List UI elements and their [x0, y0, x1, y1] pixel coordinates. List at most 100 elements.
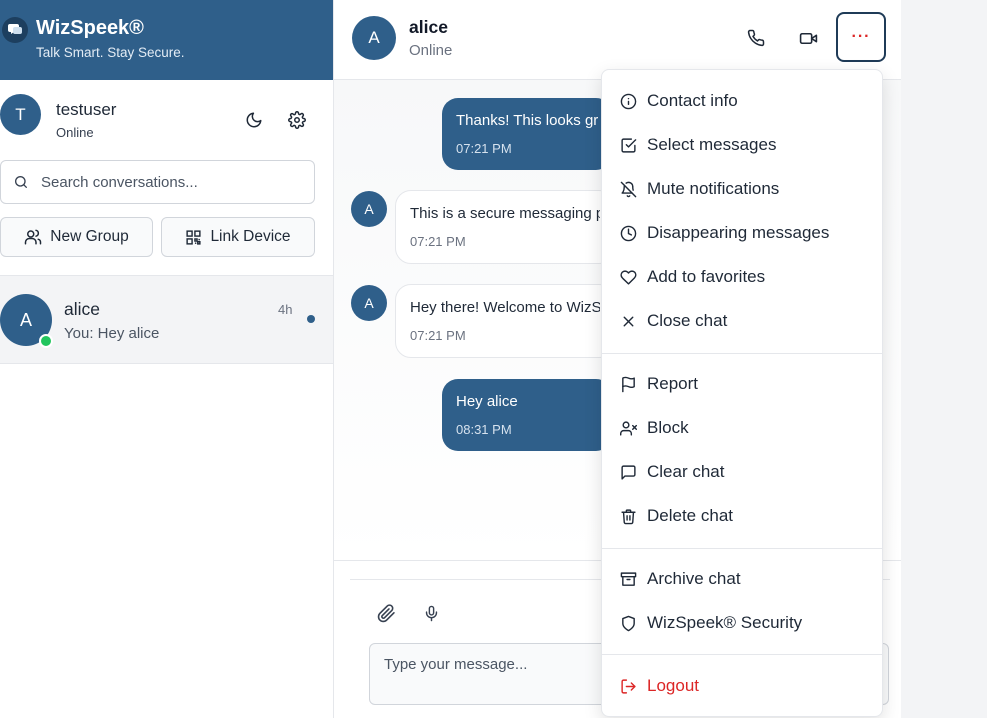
microphone-icon [425, 605, 437, 621]
menu-item-report[interactable]: Report [602, 364, 882, 404]
dark-mode-toggle[interactable] [240, 106, 268, 134]
current-user: T testuser Online [0, 94, 333, 146]
menu-item-mute-notifications[interactable]: Mute notifications [602, 169, 882, 209]
menu-item-label: Contact info [647, 91, 738, 110]
menu-item-label: Mute notifications [647, 179, 780, 198]
check-square-icon [621, 137, 637, 153]
message-bubble-outgoing[interactable]: Thanks! This looks great 07:21 PM [442, 98, 612, 170]
menu-divider [602, 548, 882, 549]
conversation-item[interactable]: A alice You: Hey alice 4h [0, 275, 333, 364]
voice-call-button[interactable] [742, 24, 770, 52]
menu-item-label: WizSpeek® Security [647, 613, 803, 632]
menu-item-block[interactable]: Block [602, 408, 882, 448]
menu-divider [602, 654, 882, 655]
brand-header: WizSpeek® Talk Smart. Stay Secure. [0, 0, 333, 80]
message-time: 08:31 PM [456, 422, 512, 437]
message-avatar: A [351, 191, 387, 227]
conversation-name: alice [64, 299, 100, 319]
info-icon [620, 93, 637, 109]
peer-status: Online [409, 42, 453, 59]
qr-code-icon [186, 229, 202, 245]
new-group-button[interactable]: New Group [0, 217, 153, 257]
sidebar: WizSpeek® Talk Smart. Stay Secure. T tes… [0, 0, 334, 718]
message-text: Thanks! This looks great [456, 112, 598, 129]
new-group-label: New Group [50, 228, 129, 245]
logout-icon [621, 678, 636, 694]
conversation-preview: You: Hey alice [64, 325, 160, 342]
users-icon [25, 229, 42, 245]
message-bubble-incoming[interactable]: This is a secure messaging platform 07:2… [395, 190, 615, 264]
bell-off-icon [620, 181, 637, 197]
background-panel [901, 0, 987, 718]
message-square-icon [621, 464, 636, 480]
message-time: 07:21 PM [410, 328, 466, 343]
message-text: Hey alice [456, 393, 518, 410]
menu-item-label: Block [647, 418, 689, 437]
menu-item-disappearing-messages[interactable]: Disappearing messages [602, 213, 882, 253]
voice-record-button[interactable] [419, 601, 443, 625]
clock-icon [620, 225, 637, 241]
menu-divider [602, 353, 882, 354]
paperclip-icon [377, 603, 395, 622]
search-icon [15, 176, 27, 188]
message-text: This is a secure messaging platform [410, 205, 600, 222]
message-time: 07:21 PM [456, 141, 512, 156]
chat-options-menu: Contact info Select messages Mute notifi… [601, 69, 883, 717]
link-device-button[interactable]: Link Device [161, 217, 315, 257]
unread-indicator [307, 315, 315, 323]
menu-item-label: Close chat [647, 311, 728, 330]
flag-icon [622, 376, 635, 392]
menu-item-archive-chat[interactable]: Archive chat [602, 559, 882, 599]
menu-item-label: Clear chat [647, 462, 725, 481]
menu-item-label: Add to favorites [647, 267, 766, 286]
message-bubble-outgoing[interactable]: Hey alice 08:31 PM [442, 379, 612, 451]
menu-item-label: Report [647, 374, 699, 393]
archive-icon [620, 571, 637, 586]
heart-icon [620, 269, 637, 285]
video-icon [799, 32, 817, 44]
more-horizontal-icon: ··· [851, 28, 871, 45]
search-box [0, 160, 315, 204]
chat-logo-icon [2, 17, 28, 43]
link-device-label: Link Device [210, 228, 291, 245]
menu-item-close-chat[interactable]: Close chat [602, 301, 882, 341]
close-icon [623, 316, 634, 326]
attach-button[interactable] [374, 601, 398, 625]
brand-name: WizSpeek® [36, 17, 144, 39]
shield-icon [622, 615, 635, 631]
current-user-name: testuser [56, 100, 117, 119]
menu-item-select-messages[interactable]: Select messages [602, 125, 882, 165]
search-input[interactable] [41, 173, 291, 191]
menu-item-add-to-favorites[interactable]: Add to favorites [602, 257, 882, 297]
menu-item-label: Disappearing messages [647, 223, 830, 242]
moon-icon [246, 112, 262, 128]
message-avatar: A [351, 285, 387, 321]
brand-tagline: Talk Smart. Stay Secure. [36, 45, 185, 60]
menu-item-label: Archive chat [647, 569, 741, 588]
peer-avatar[interactable]: A [352, 16, 396, 60]
gear-icon [288, 111, 306, 129]
menu-item-delete-chat[interactable]: Delete chat [602, 496, 882, 536]
avatar[interactable]: T [0, 94, 41, 135]
menu-item-logout[interactable]: Logout [602, 666, 882, 706]
trash-icon [621, 508, 636, 524]
user-x-icon [620, 420, 637, 436]
menu-item-label: Delete chat [647, 506, 733, 525]
more-options-button[interactable]: ··· [836, 12, 886, 62]
menu-item-security[interactable]: WizSpeek® Security [602, 603, 882, 643]
conversation-time: 4h [278, 302, 293, 317]
message-bubble-incoming[interactable]: Hey there! Welcome to WizSpeek 07:21 PM [395, 284, 615, 358]
menu-item-label: Select messages [647, 135, 777, 154]
phone-icon [747, 29, 765, 47]
chat-header: A alice Online ··· [334, 0, 901, 80]
menu-item-label: Logout [647, 676, 699, 695]
video-call-button[interactable] [794, 24, 822, 52]
online-indicator [39, 334, 53, 348]
message-text: Hey there! Welcome to WizSpeek [410, 299, 600, 316]
menu-item-clear-chat[interactable]: Clear chat [602, 452, 882, 492]
peer-name: alice [409, 17, 448, 37]
menu-item-contact-info[interactable]: Contact info [602, 81, 882, 121]
message-time: 07:21 PM [410, 234, 466, 249]
current-user-status: Online [56, 125, 94, 140]
settings-button[interactable] [283, 106, 311, 134]
